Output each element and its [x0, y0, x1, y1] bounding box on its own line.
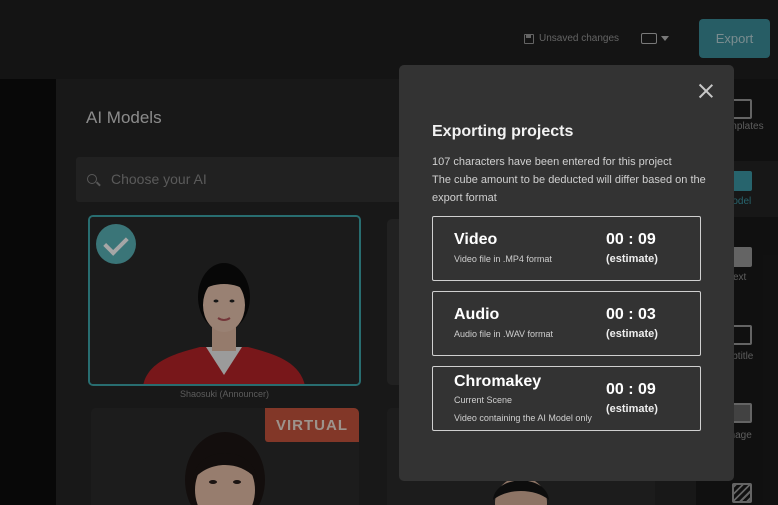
option-estimate: (estimate) [606, 253, 658, 265]
option-name: Video [454, 231, 498, 248]
app-window: Unsaved changes Export AI Models Choose … [0, 0, 778, 505]
modal-desc-line: The cube amount to be deducted will diff… [432, 174, 706, 204]
modal-desc-line: 107 characters have been entered for thi… [432, 156, 672, 168]
export-option-audio[interactable]: Audio Audio file in .WAV format 00 : 03 … [432, 291, 701, 356]
option-name: Audio [454, 306, 500, 323]
option-time: 00 : 09 [606, 231, 656, 248]
export-option-chromakey[interactable]: Chromakey Current Scene Video containing… [432, 366, 701, 431]
option-description: Audio file in .WAV format [454, 329, 554, 339]
export-option-video[interactable]: Video Video file in .MP4 format 00 : 09 … [432, 216, 701, 281]
option-estimate: (estimate) [606, 328, 658, 340]
option-description: Video file in .MP4 format [454, 254, 552, 264]
option-estimate: (estimate) [606, 403, 658, 415]
option-description: Current Scene [454, 395, 513, 405]
option-name: Chromakey [454, 373, 542, 390]
close-icon[interactable] [699, 84, 713, 98]
export-modal: Exporting projects 107 characters have b… [399, 65, 734, 481]
modal-description: 107 characters have been entered for thi… [432, 153, 712, 207]
option-description-2: Video containing the AI Model only [454, 413, 592, 423]
modal-title: Exporting projects [432, 123, 574, 140]
option-time: 00 : 03 [606, 306, 656, 323]
option-time: 00 : 09 [606, 381, 656, 398]
